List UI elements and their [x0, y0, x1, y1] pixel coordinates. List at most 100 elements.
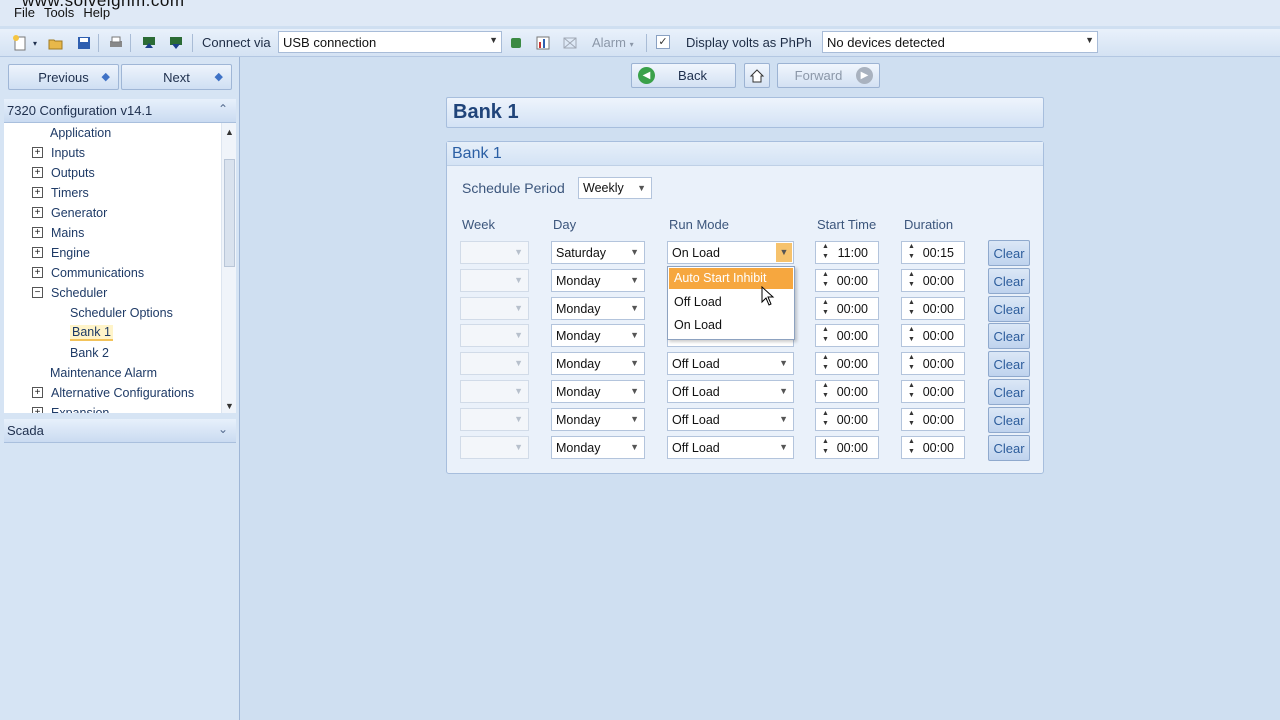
expand-node-icon[interactable]: + — [32, 267, 43, 278]
spinner-arrows-icon[interactable]: ▲ ▼ — [908, 353, 915, 373]
expand-node-icon[interactable]: + — [32, 227, 43, 238]
scada-panel-header[interactable]: Scada ⌄ — [4, 419, 236, 443]
disconnect-icon[interactable] — [560, 33, 580, 53]
spinner-arrows-icon[interactable]: ▲ ▼ — [908, 242, 915, 262]
clear-button[interactable]: Clear — [988, 407, 1030, 433]
spinner-arrows-icon[interactable]: ▲ ▼ — [822, 409, 829, 429]
tree-item[interactable]: Application — [50, 123, 111, 142]
run-mode-select[interactable]: Off Load ▼ — [667, 380, 794, 403]
previous-button[interactable]: Previous ◆ — [8, 64, 119, 90]
start-time-spinner[interactable]: ▲ ▼ 00:00 — [815, 436, 879, 459]
expand-icon[interactable]: ⌄ — [218, 422, 228, 436]
spinner-arrows-icon[interactable]: ▲ ▼ — [822, 270, 829, 290]
tree-item[interactable]: + Expansion — [32, 403, 109, 413]
connect-icon[interactable] — [506, 33, 526, 53]
start-time-spinner[interactable]: ▲ ▼ 00:00 — [815, 324, 879, 347]
duration-spinner[interactable]: ▲ ▼ 00:15 — [901, 241, 965, 264]
open-folder-icon[interactable] — [46, 33, 66, 53]
week-select[interactable]: ▼ — [460, 324, 529, 347]
connection-select[interactable]: USB connection ▼ — [278, 31, 502, 53]
instrumentation-icon[interactable] — [533, 33, 553, 53]
clear-button[interactable]: Clear — [988, 323, 1030, 349]
duration-spinner[interactable]: ▲ ▼ 00:00 — [901, 436, 965, 459]
week-select[interactable]: ▼ — [460, 352, 529, 375]
tree-item[interactable]: + Alternative Configurations — [32, 383, 194, 402]
spinner-arrows-icon[interactable]: ▲ ▼ — [822, 242, 829, 262]
tree-scrollbar[interactable]: ▲ ▼ — [221, 123, 236, 413]
tree-item[interactable]: Bank 1 — [70, 323, 113, 342]
duration-spinner[interactable]: ▲ ▼ 00:00 — [901, 408, 965, 431]
download-config-icon[interactable] — [166, 33, 186, 53]
scroll-up-icon[interactable]: ▲ — [225, 127, 234, 137]
expand-node-icon[interactable]: + — [32, 207, 43, 218]
tree-item[interactable]: Bank 2 — [70, 343, 109, 362]
home-button[interactable] — [744, 63, 770, 88]
day-select[interactable]: Monday ▼ — [551, 269, 645, 292]
tree-item[interactable]: + Engine — [32, 243, 90, 262]
start-time-spinner[interactable]: ▲ ▼ 11:00 — [815, 241, 879, 264]
day-select[interactable]: Monday ▼ — [551, 408, 645, 431]
run-mode-select[interactable]: Off Load ▼ — [667, 436, 794, 459]
start-time-spinner[interactable]: ▲ ▼ 00:00 — [815, 269, 879, 292]
start-time-spinner[interactable]: ▲ ▼ 00:00 — [815, 408, 879, 431]
tree-item[interactable]: + Generator — [32, 203, 107, 222]
spinner-arrows-icon[interactable]: ▲ ▼ — [908, 409, 915, 429]
display-volts-checkbox[interactable]: ✓ — [656, 35, 670, 49]
alarm-button[interactable]: Alarm ▾ — [592, 35, 634, 50]
day-select[interactable]: Monday ▼ — [551, 324, 645, 347]
tree-item[interactable]: + Outputs — [32, 163, 95, 182]
spinner-arrows-icon[interactable]: ▲ ▼ — [908, 270, 915, 290]
spinner-arrows-icon[interactable]: ▲ ▼ — [822, 437, 829, 457]
expand-node-icon[interactable]: + — [32, 187, 43, 198]
tree-item[interactable]: Scheduler Options — [70, 303, 173, 322]
week-select[interactable]: ▼ — [460, 241, 529, 264]
menu-file[interactable]: File — [14, 5, 35, 20]
spinner-arrows-icon[interactable]: ▲ ▼ — [822, 298, 829, 318]
clear-button[interactable]: Clear — [988, 296, 1030, 322]
menu-help[interactable]: Help — [83, 5, 110, 20]
clear-button[interactable]: Clear — [988, 351, 1030, 377]
devices-select[interactable]: No devices detected ▼ — [822, 31, 1098, 53]
spinner-arrows-icon[interactable]: ▲ ▼ — [908, 437, 915, 457]
new-file-icon[interactable] — [10, 33, 30, 53]
run-mode-select[interactable]: Off Load ▼ — [667, 408, 794, 431]
duration-spinner[interactable]: ▲ ▼ 00:00 — [901, 380, 965, 403]
clear-button[interactable]: Clear — [988, 379, 1030, 405]
week-select[interactable]: ▼ — [460, 408, 529, 431]
tree-item[interactable]: + Inputs — [32, 143, 85, 162]
tree-item[interactable]: + Timers — [32, 183, 89, 202]
week-select[interactable]: ▼ — [460, 380, 529, 403]
save-icon[interactable] — [74, 33, 94, 53]
expand-node-icon[interactable]: + — [32, 387, 43, 398]
day-select[interactable]: Monday ▼ — [551, 436, 645, 459]
duration-spinner[interactable]: ▲ ▼ 00:00 — [901, 352, 965, 375]
expand-node-icon[interactable]: + — [32, 167, 43, 178]
spinner-arrows-icon[interactable]: ▲ ▼ — [908, 381, 915, 401]
expand-node-icon[interactable]: + — [32, 407, 43, 413]
run-mode-select[interactable]: Off Load ▼ — [667, 352, 794, 375]
expand-node-icon[interactable]: + — [32, 147, 43, 158]
clear-button[interactable]: Clear — [988, 240, 1030, 266]
week-select[interactable]: ▼ — [460, 436, 529, 459]
day-select[interactable]: Monday ▼ — [551, 352, 645, 375]
start-time-spinner[interactable]: ▲ ▼ 00:00 — [815, 352, 879, 375]
config-panel-header[interactable]: 7320 Configuration v14.1 ⌃ — [4, 99, 236, 123]
start-time-spinner[interactable]: ▲ ▼ 00:00 — [815, 297, 879, 320]
expand-node-icon[interactable]: + — [32, 247, 43, 258]
day-select[interactable]: Monday ▼ — [551, 297, 645, 320]
schedule-period-select[interactable]: Weekly ▼ — [578, 177, 652, 199]
spinner-arrows-icon[interactable]: ▲ ▼ — [908, 325, 915, 345]
duration-spinner[interactable]: ▲ ▼ 00:00 — [901, 297, 965, 320]
spinner-arrows-icon[interactable]: ▲ ▼ — [908, 298, 915, 318]
duration-spinner[interactable]: ▲ ▼ 00:00 — [901, 269, 965, 292]
tree-item[interactable]: − Scheduler — [32, 283, 107, 302]
tree-item[interactable]: + Communications — [32, 263, 144, 282]
duration-spinner[interactable]: ▲ ▼ 00:00 — [901, 324, 965, 347]
clear-button[interactable]: Clear — [988, 435, 1030, 461]
day-select[interactable]: Monday ▼ — [551, 380, 645, 403]
run-mode-select[interactable]: On Load ▼ — [667, 241, 794, 264]
print-icon[interactable] — [106, 33, 126, 53]
spinner-arrows-icon[interactable]: ▲ ▼ — [822, 325, 829, 345]
week-select[interactable]: ▼ — [460, 297, 529, 320]
upload-config-icon[interactable] — [139, 33, 159, 53]
